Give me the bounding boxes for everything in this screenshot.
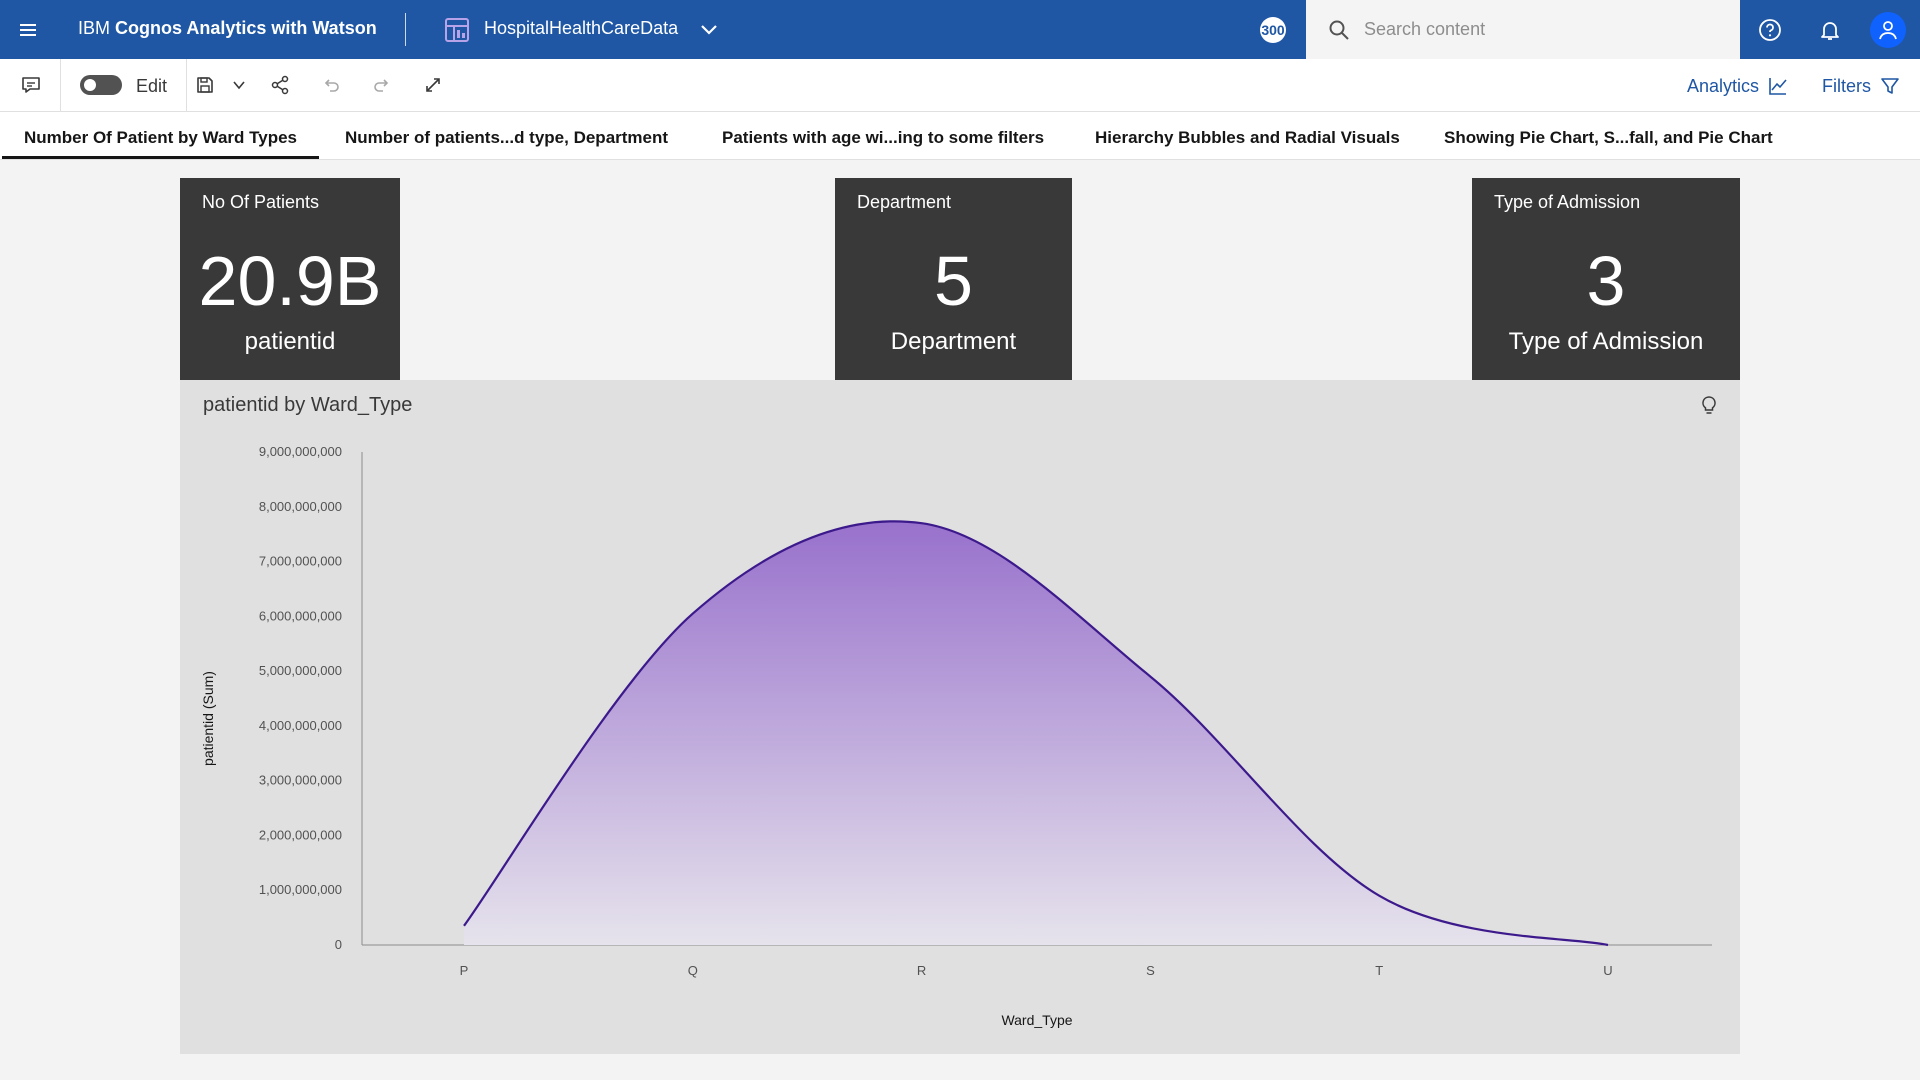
- chevron-down-icon[interactable]: [226, 69, 252, 101]
- kpi-tile-admission-type[interactable]: Type of Admission 3 Type of Admission: [1472, 178, 1740, 380]
- share-icon[interactable]: [266, 69, 294, 101]
- x-axis-title: Ward_Type: [1001, 1012, 1072, 1028]
- kpi-title: Type of Admission: [1494, 192, 1641, 212]
- y-tick-label: 6,000,000,000: [259, 608, 342, 623]
- kpi-subtitle: Type of Admission: [1508, 328, 1704, 355]
- area-chart: 0 1,000,000,000 2,000,000,000 3,000,000,000…: [200, 444, 1712, 1028]
- toolbar-divider: [60, 59, 61, 112]
- filters-button[interactable]: Filters: [1822, 75, 1901, 97]
- x-tick-label: T: [1375, 963, 1383, 978]
- y-tick-label: 8,000,000,000: [259, 499, 342, 514]
- kpi-tile-department[interactable]: Department 5 Department: [835, 178, 1072, 380]
- search-input[interactable]: [1364, 0, 1724, 59]
- kpi-title: No Of Patients: [202, 192, 320, 212]
- tab-hierarchy-bubbles[interactable]: Hierarchy Bubbles and Radial Visuals: [1095, 128, 1400, 148]
- y-tick-label: 2,000,000,000: [259, 827, 342, 842]
- y-tick-label: 9,000,000,000: [259, 444, 342, 459]
- comment-icon[interactable]: [16, 69, 46, 101]
- y-tick-label: 0: [335, 937, 342, 952]
- help-icon[interactable]: [1750, 10, 1790, 50]
- fullscreen-icon[interactable]: [418, 69, 448, 101]
- tab-number-of-patients-by-department[interactable]: Number of patients...d type, Department: [345, 128, 668, 148]
- datasource-name[interactable]: HospitalHealthCareData: [484, 18, 678, 39]
- analytics-label: Analytics: [1687, 75, 1760, 96]
- user-avatar-icon[interactable]: [1870, 12, 1906, 48]
- count-badge[interactable]: 300: [1260, 17, 1286, 43]
- area-fill: [464, 521, 1608, 945]
- y-tick-label: 7,000,000,000: [259, 554, 342, 569]
- edit-label: Edit: [136, 76, 168, 96]
- filter-icon: [1881, 78, 1899, 94]
- y-tick-label: 1,000,000,000: [259, 882, 342, 897]
- area-chart-card[interactable]: 0 1,000,000,000 2,000,000,000 3,000,000,000…: [180, 380, 1740, 1054]
- filters-label: Filters: [1822, 75, 1871, 96]
- x-tick-label: Q: [688, 963, 698, 978]
- x-tick-label: S: [1146, 963, 1155, 978]
- x-tick-label: R: [917, 963, 926, 978]
- notification-bell-icon[interactable]: [1810, 10, 1850, 50]
- y-tick-label: 5,000,000,000: [259, 663, 342, 678]
- x-tick-label: U: [1603, 963, 1612, 978]
- kpi-value: 3: [1586, 242, 1626, 320]
- chevron-down-icon[interactable]: [697, 18, 721, 42]
- y-axis-title: patientid (Sum): [200, 671, 216, 766]
- dashboard-icon: [443, 16, 471, 44]
- redo-icon[interactable]: [367, 69, 395, 101]
- analytics-icon: [1769, 78, 1787, 95]
- hamburger-menu-icon[interactable]: [8, 10, 48, 50]
- dashboard-toolbar: Edit Analytics Filters: [0, 59, 1920, 112]
- y-tick-label: 4,000,000,000: [259, 718, 342, 733]
- chart-title: patientid by Ward_Type: [203, 394, 413, 416]
- kpi-title: Department: [857, 192, 952, 212]
- search-icon: [1328, 19, 1350, 41]
- x-tick-label: P: [460, 963, 469, 978]
- top-header: IBM Cognos Analytics with Watson Hospita…: [0, 0, 1920, 59]
- tab-number-of-patient-by-ward-types[interactable]: Number Of Patient by Ward Types: [24, 128, 297, 148]
- save-icon[interactable]: [192, 69, 218, 101]
- toolbar-divider: [186, 59, 187, 112]
- dashboard-tabs: Number Of Patient by Ward Types Number o…: [0, 112, 1920, 160]
- kpi-tile-patients[interactable]: No Of Patients 20.9B patientid: [180, 178, 400, 380]
- analytics-button[interactable]: Analytics: [1687, 75, 1789, 97]
- tab-patients-with-age[interactable]: Patients with age wi...ing to some filte…: [722, 128, 1044, 148]
- kpi-subtitle: Department: [890, 328, 1017, 355]
- search-bar: [1306, 0, 1740, 59]
- active-tab-indicator: [2, 156, 319, 159]
- kpi-value: 5: [934, 242, 973, 320]
- tab-pie-chart[interactable]: Showing Pie Chart, S...fall, and Pie Cha…: [1444, 128, 1773, 148]
- undo-icon[interactable]: [318, 69, 346, 101]
- kpi-subtitle: patientid: [244, 328, 336, 355]
- lightbulb-icon[interactable]: [1697, 394, 1721, 418]
- app-brand: IBM Cognos Analytics with Watson: [78, 18, 377, 38]
- kpi-value: 20.9B: [198, 242, 382, 320]
- y-tick-label: 3,000,000,000: [259, 773, 342, 788]
- edit-toggle[interactable]: [80, 75, 122, 95]
- header-divider: [405, 13, 406, 46]
